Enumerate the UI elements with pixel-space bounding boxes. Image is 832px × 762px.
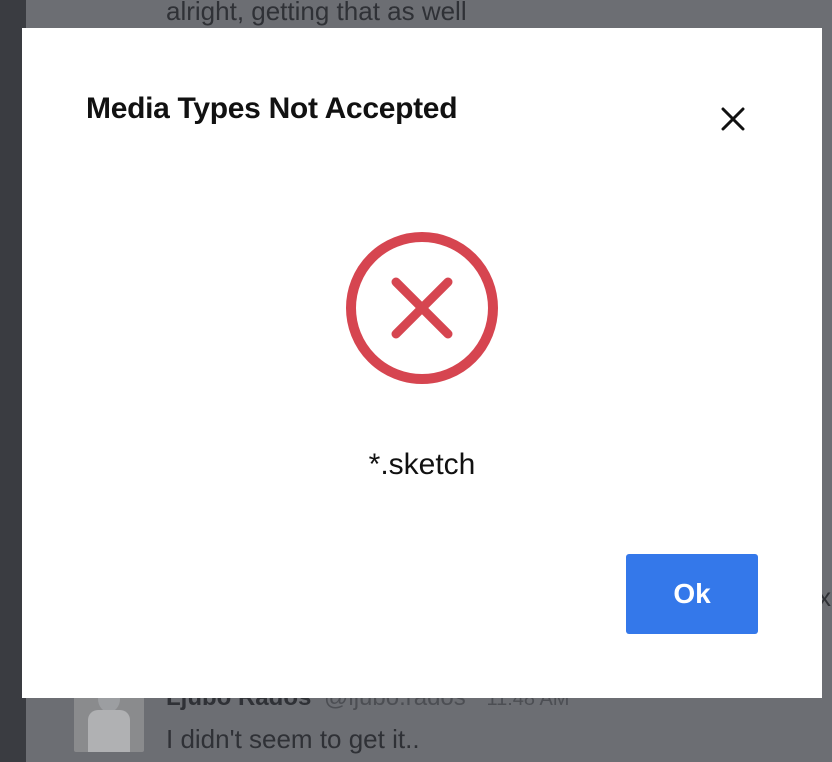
ok-button[interactable]: Ok [626,554,758,634]
rejected-file-type: *.sketch [368,448,476,481]
media-types-dialog: Media Types Not Accepted *.sketch Ok [22,28,822,698]
chat-message-text: I didn't seem to get it.. [166,724,420,754]
close-icon [721,107,745,131]
chat-message-text: alright, getting that as well [166,0,467,26]
close-button[interactable] [716,102,750,136]
error-circle-x-icon [346,232,498,384]
dialog-title: Media Types Not Accepted [86,92,458,125]
